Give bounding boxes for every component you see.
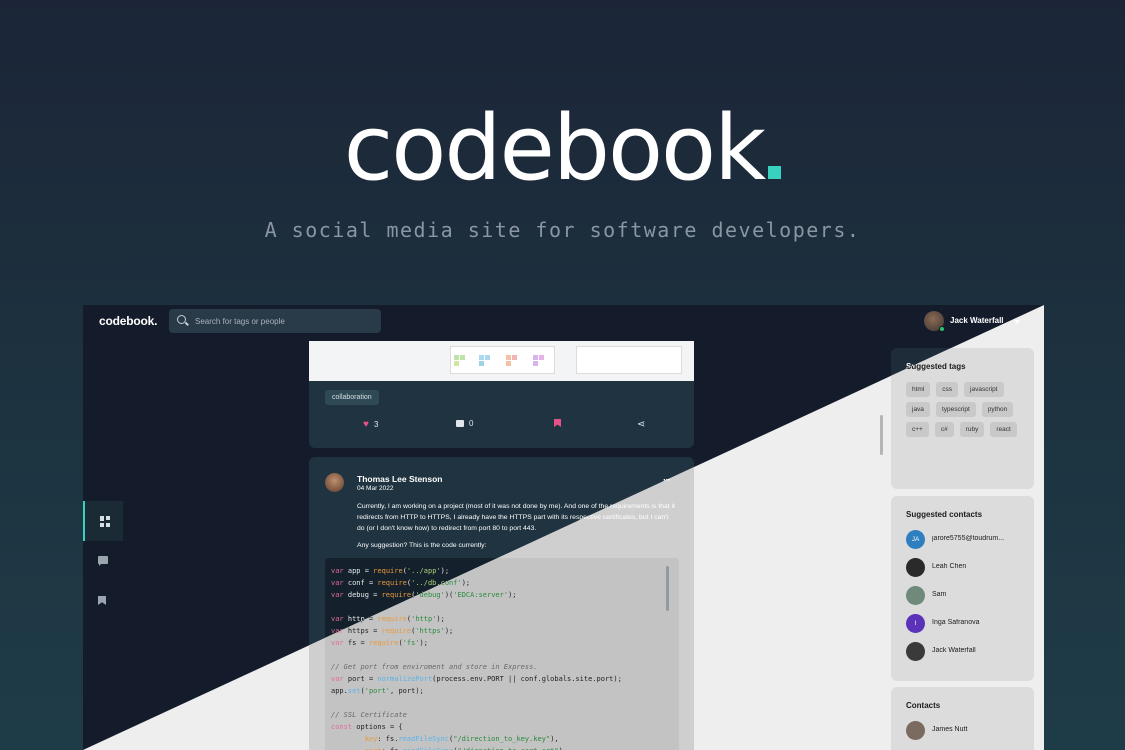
panel-title: Suggested tags — [906, 362, 966, 371]
tag-chip[interactable]: html — [906, 382, 931, 397]
search-bar[interactable] — [169, 309, 381, 333]
like-count: 3 — [373, 420, 379, 429]
contact-list: James Nutt — [906, 721, 1019, 749]
app-screenshot: codebook. Jack Waterfall — [83, 305, 1044, 750]
hero-subtitle: A social media site for software develop… — [264, 218, 861, 242]
search-input[interactable] — [195, 309, 375, 333]
feed-scrollbar[interactable] — [880, 415, 883, 455]
contact-list: JA jarore5755@toudrum... Leah Chen Sam I Inga… — [906, 530, 1019, 670]
contact-name: jarore5755@toudrum... — [932, 535, 1005, 542]
post-actions: ♥3 0 ⋖ — [309, 419, 694, 433]
post-author[interactable]: Thomas Lee Stenson — [357, 474, 443, 484]
tag-chip[interactable]: ruby — [959, 422, 985, 437]
avatar — [906, 586, 925, 605]
chat-icon — [98, 556, 108, 566]
app-logo[interactable]: codebook. — [99, 314, 157, 328]
tag-chip[interactable]: python — [981, 402, 1014, 417]
tag-chip[interactable]: c# — [934, 422, 954, 437]
contact-item[interactable]: Jack Waterfall — [906, 642, 1019, 670]
contact-name: Leah Chen — [932, 563, 967, 570]
share-button[interactable]: ⋖ — [637, 419, 645, 430]
contact-item[interactable]: JA jarore5755@toudrum... — [906, 530, 1019, 558]
tag-chip[interactable]: typescript — [935, 402, 976, 417]
chevron-down-icon[interactable] — [1014, 320, 1020, 324]
post-question: Any suggestion? This is the code current… — [357, 542, 487, 549]
tag-chip[interactable]: java — [906, 402, 930, 417]
suggested-tags-panel: Suggested tags htmlcss javascript java type… — [891, 348, 1034, 489]
brand-dot — [768, 166, 782, 179]
bookmark-button[interactable] — [554, 419, 561, 427]
nav-feed[interactable] — [83, 501, 123, 541]
contact-item[interactable]: James Nutt — [906, 721, 1019, 749]
contact-name: Sam — [932, 591, 947, 598]
panel-title: Suggested contacts — [906, 510, 983, 519]
search-icon — [177, 315, 186, 324]
like-button[interactable]: ♥3 — [363, 419, 378, 430]
kanban-board-thumbnail — [450, 346, 555, 374]
avatar — [906, 558, 925, 577]
bookmark-icon — [98, 596, 106, 605]
tag-chip[interactable]: c++ — [906, 422, 929, 437]
contacts-panel: Contacts James Nutt — [891, 687, 1034, 750]
side-nav — [83, 501, 123, 621]
comment-count: 0 — [469, 419, 474, 428]
tag-list: htmlcss javascript java typescript python c++… — [906, 382, 1019, 437]
topbar: codebook. Jack Waterfall — [83, 305, 1044, 339]
avatar — [906, 642, 925, 661]
hero-title: codebook — [0, 96, 1125, 201]
nav-bookmarks[interactable] — [83, 581, 123, 621]
contact-item[interactable]: I Inga Safranova — [906, 614, 1019, 642]
contact-name: Jack Waterfall — [932, 647, 976, 654]
contact-item[interactable]: Leah Chen — [906, 558, 1019, 586]
panel-title: Contacts — [906, 701, 941, 710]
contact-name: Inga Safranova — [932, 619, 980, 626]
online-status-dot — [939, 326, 945, 332]
bookmark-icon — [554, 419, 561, 427]
avatar: I — [906, 614, 925, 633]
avatar: JA — [906, 530, 925, 549]
heart-icon: ♥ — [363, 419, 369, 430]
dashboard-icon — [100, 516, 110, 527]
comment-button[interactable]: 0 — [456, 419, 473, 428]
post-date: 04 Mar 2022 — [357, 485, 394, 492]
avatar — [325, 473, 344, 492]
nav-messages[interactable] — [83, 541, 123, 581]
contact-name: James Nutt — [932, 726, 968, 733]
board-thumbnail — [576, 346, 682, 374]
avatar — [906, 721, 925, 740]
post-card: collaboration ♥3 0 ⋖ — [309, 341, 694, 448]
tag-chip[interactable]: css — [936, 382, 959, 397]
username: Jack Waterfall — [950, 316, 1004, 325]
comment-icon — [456, 420, 464, 427]
share-icon: ⋖ — [637, 419, 646, 430]
tag-chip[interactable]: react — [990, 422, 1017, 437]
contact-item[interactable]: Sam — [906, 586, 1019, 614]
post-image — [309, 341, 694, 381]
suggested-contacts-panel: Suggested contacts JA jarore5755@toudrum.… — [891, 496, 1034, 681]
tag-chip[interactable]: javascript — [964, 382, 1004, 397]
post-tag[interactable]: collaboration — [325, 390, 379, 405]
